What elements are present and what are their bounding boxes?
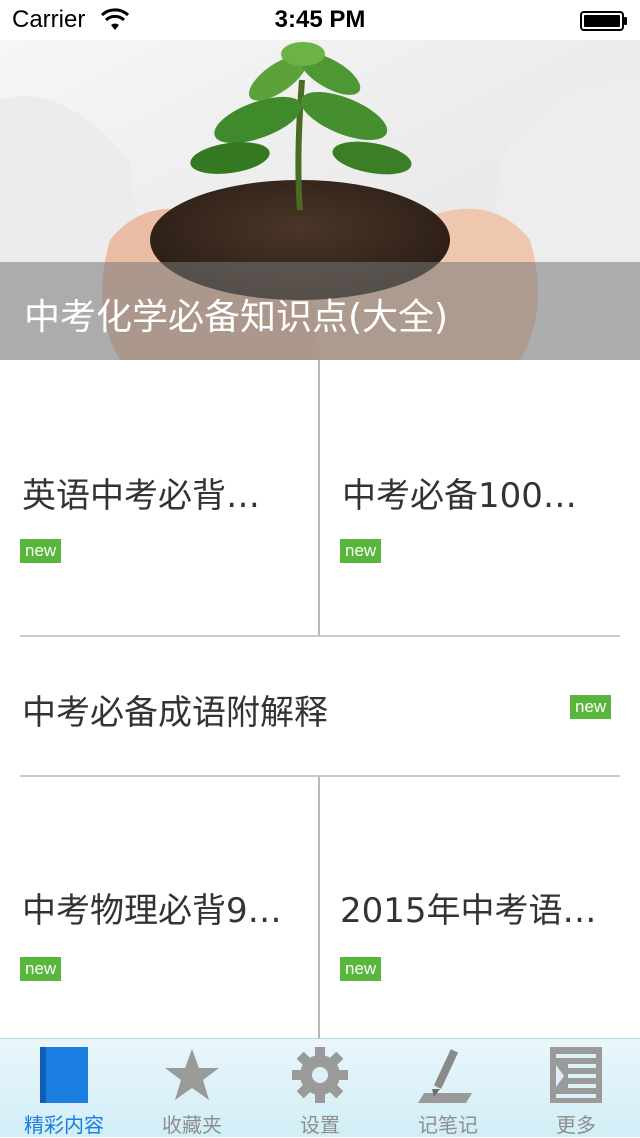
gear-icon xyxy=(292,1047,348,1103)
hero-caption-overlay: 中考化学必备知识点(大全) xyxy=(0,262,640,360)
hero-title: 中考化学必备知识点(大全) xyxy=(24,297,449,338)
hero-banner[interactable]: 中考化学必备知识点(大全) xyxy=(0,40,640,360)
tab-featured[interactable]: 精彩内容 xyxy=(0,1039,128,1137)
new-badge: new xyxy=(20,957,62,981)
clock: 3:45 PM xyxy=(274,6,366,33)
list-item[interactable]: 中考必备100… new xyxy=(320,360,640,636)
list-item[interactable]: 英语中考必背… new xyxy=(0,360,318,636)
list-item[interactable]: 中考必备成语附解释 new xyxy=(0,637,640,776)
item-title: 中考必备成语附解释 xyxy=(22,693,328,733)
more-list-icon xyxy=(550,1047,602,1103)
book-icon xyxy=(40,1047,88,1103)
tab-bar: 精彩内容 收藏夹 设置 记笔记 更多 xyxy=(0,1038,640,1137)
battery-icon xyxy=(580,11,627,31)
new-badge: new xyxy=(340,957,382,981)
new-badge: new xyxy=(20,539,62,563)
tab-label: 更多 xyxy=(556,1113,596,1137)
list-item[interactable]: 2015年中考语… new xyxy=(320,777,640,1038)
item-title: 中考必备100… xyxy=(342,476,577,516)
item-title: 2015年中考语… xyxy=(340,891,597,931)
pen-icon xyxy=(418,1049,472,1103)
tab-label: 记笔记 xyxy=(418,1113,478,1137)
tab-label: 收藏夹 xyxy=(162,1113,222,1137)
tab-more[interactable]: 更多 xyxy=(512,1039,640,1137)
tab-label: 设置 xyxy=(300,1113,340,1137)
item-title: 中考物理必背9… xyxy=(22,891,282,931)
item-title: 英语中考必背… xyxy=(22,476,260,516)
tab-label: 精彩内容 xyxy=(24,1113,104,1137)
star-icon xyxy=(165,1049,219,1100)
list-item[interactable]: 中考物理必背9… new xyxy=(0,777,318,1038)
tab-notes[interactable]: 记笔记 xyxy=(384,1039,512,1137)
status-bar: Carrier 3:45 PM xyxy=(0,0,640,40)
new-badge: new xyxy=(570,695,612,719)
tab-favorites[interactable]: 收藏夹 xyxy=(128,1039,256,1137)
new-badge: new xyxy=(340,539,382,563)
tab-settings[interactable]: 设置 xyxy=(256,1039,384,1137)
